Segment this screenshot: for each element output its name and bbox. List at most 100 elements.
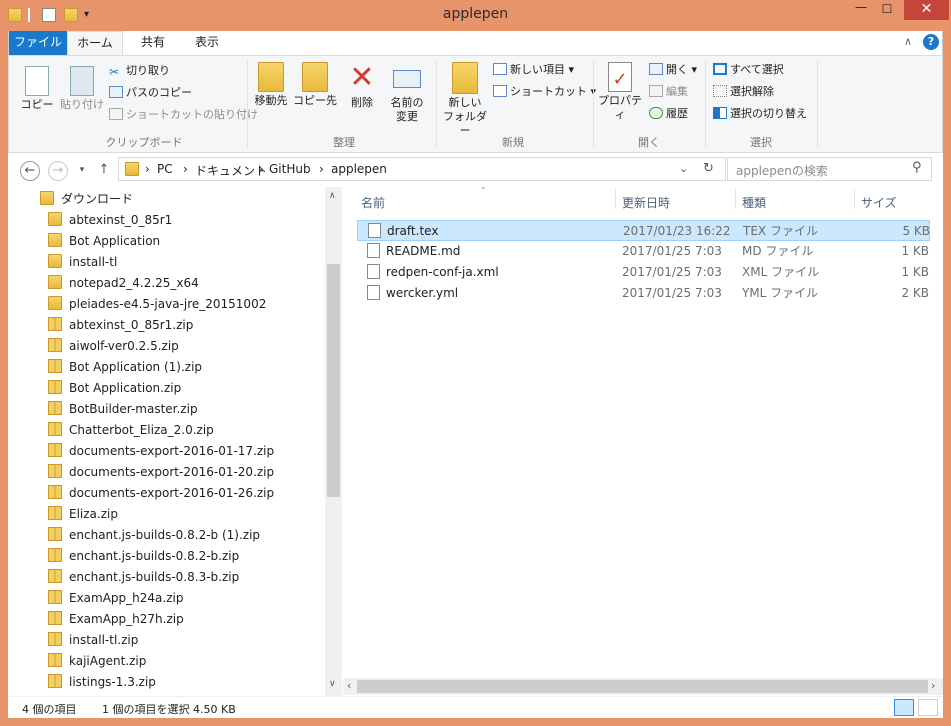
file-row[interactable]: wercker.yml 2017/01/25 7:03 YML ファイル 2 KB <box>357 283 930 304</box>
search-input[interactable]: applepenの検索 <box>736 162 828 179</box>
copy-to-button[interactable]: コピー先 <box>293 62 337 108</box>
tree-item[interactable]: enchant.js-builds-0.8.2-b (1).zip <box>48 525 260 546</box>
recent-locations-icon[interactable]: ▾ <box>72 161 92 181</box>
ribbon-separator <box>436 60 437 148</box>
delete-button[interactable]: ✕ 削除 <box>345 62 379 110</box>
select-none-button[interactable]: 選択解除 <box>713 83 774 101</box>
scroll-down-icon[interactable]: ∨ <box>329 679 336 689</box>
file-type: YML ファイル <box>742 283 818 304</box>
tree-item[interactable]: install-tl.zip <box>48 630 138 651</box>
tree-item[interactable]: notepad2_4.2.25_x64 <box>48 273 199 294</box>
open-group-label: 開く <box>638 136 660 149</box>
edit-button[interactable]: 編集 <box>649 83 688 101</box>
navigation-scrollbar-thumb[interactable] <box>327 264 340 497</box>
address-bar[interactable]: › PC › ドキュメント › GitHub › applepen ⌄ ↻ <box>118 157 726 181</box>
cut-button[interactable]: ✂ 切り取り <box>109 62 170 80</box>
tree-item[interactable]: abtexinst_0_85r1 <box>48 210 172 231</box>
file-row[interactable]: draft.tex 2017/01/23 16:22 TEX ファイル 5 KB <box>357 220 930 241</box>
file-horizontal-scrollbar-thumb[interactable] <box>357 680 928 693</box>
collapse-ribbon-icon[interactable]: ∧ <box>904 35 912 48</box>
tree-item[interactable]: enchant.js-builds-0.8.3-b.zip <box>48 567 239 588</box>
up-button[interactable]: ↑ <box>94 161 114 181</box>
file-size-text: 5 KB <box>902 224 930 238</box>
tree-item[interactable]: ExamApp_h24a.zip <box>48 588 183 609</box>
tree-item-label: enchant.js-builds-0.8.3-b.zip <box>69 570 240 584</box>
zip-folder-icon <box>48 401 62 415</box>
column-divider[interactable] <box>854 189 855 209</box>
properties-button[interactable]: ✓ プロパティ <box>595 62 645 122</box>
column-header-name[interactable]: 名前 <box>361 194 385 211</box>
tree-item[interactable]: Bot Application.zip <box>48 378 181 399</box>
tab-view[interactable]: 表示 <box>185 31 229 55</box>
search-box[interactable]: applepenの検索 ⚲ <box>727 157 932 181</box>
paste-shortcut-button[interactable]: ショートカットの貼り付け <box>109 106 258 124</box>
tree-item-label: ダウンロード <box>61 192 134 206</box>
tree-item-label: documents-export-2016-01-20.zip <box>69 465 275 479</box>
history-icon <box>649 107 663 119</box>
folder-icon <box>48 212 62 226</box>
address-dropdown-icon[interactable]: ⌄ <box>679 162 688 175</box>
copy-to-icon <box>302 62 328 92</box>
breadcrumb-github[interactable]: GitHub <box>269 162 311 176</box>
new-folder-button[interactable]: 新しい フォルダー <box>439 62 491 138</box>
details-view-button[interactable] <box>894 699 914 716</box>
tree-item[interactable]: enchant.js-builds-0.8.2-b.zip <box>48 546 239 567</box>
close-button[interactable]: ✕ <box>904 0 949 20</box>
refresh-icon[interactable]: ↻ <box>703 161 714 176</box>
shortcut-button[interactable]: ショートカット ▾ <box>493 83 596 101</box>
tree-item-downloads[interactable]: ダウンロード <box>40 189 133 210</box>
tree-item[interactable]: pleiades-e4.5-java-jre_20151002 <box>48 294 266 315</box>
scroll-right-icon[interactable]: › <box>931 679 935 692</box>
large-icons-view-button[interactable] <box>918 699 938 716</box>
column-header-modified[interactable]: 更新日時 <box>622 194 670 211</box>
column-divider[interactable] <box>735 189 736 209</box>
forward-button[interactable]: → <box>48 161 68 181</box>
tree-item[interactable]: documents-export-2016-01-26.zip <box>48 483 274 504</box>
breadcrumb-documents[interactable]: ドキュメント <box>195 162 267 179</box>
zip-folder-icon <box>48 359 62 373</box>
file-modified-text: 2017/01/25 7:03 <box>622 286 722 300</box>
column-divider[interactable] <box>615 189 616 209</box>
tree-item[interactable]: listings-1.3.zip <box>48 672 156 693</box>
breadcrumb-pc[interactable]: PC <box>157 162 173 176</box>
search-icon[interactable]: ⚲ <box>912 160 922 175</box>
tree-item[interactable]: ExamApp_h27h.zip <box>48 609 184 630</box>
tree-item[interactable]: abtexinst_0_85r1.zip <box>48 315 193 336</box>
tree-item[interactable]: Bot Application <box>48 231 160 252</box>
select-all-button[interactable]: すべて選択 <box>713 61 784 79</box>
open-button[interactable]: 開く ▾ <box>649 61 697 79</box>
paste-shortcut-icon <box>109 108 123 120</box>
tree-item[interactable]: Bot Application (1).zip <box>48 357 202 378</box>
tree-item[interactable]: documents-export-2016-01-17.zip <box>48 441 274 462</box>
minimize-button[interactable]: — <box>848 0 874 20</box>
tab-home[interactable]: ホーム <box>67 31 123 55</box>
breadcrumb-applepen[interactable]: applepen <box>331 162 387 176</box>
tree-item[interactable]: aiwolf-ver0.2.5.zip <box>48 336 179 357</box>
tree-item[interactable]: BotBuilder-master.zip <box>48 399 198 420</box>
tree-item[interactable]: documents-export-2016-01-20.zip <box>48 462 274 483</box>
invert-selection-button[interactable]: 選択の切り替え <box>713 105 807 123</box>
copy-button[interactable]: コピー <box>17 62 57 112</box>
back-button[interactable]: ← <box>20 161 40 181</box>
tree-item[interactable]: kajiAgent.zip <box>48 651 146 672</box>
file-row[interactable]: README.md 2017/01/25 7:03 MD ファイル 1 KB <box>357 241 930 262</box>
column-header-size[interactable]: サイズ <box>861 194 897 211</box>
tree-item[interactable]: Chatterbot_Eliza_2.0.zip <box>48 420 214 441</box>
help-icon[interactable]: ? <box>923 34 939 50</box>
new-item-button[interactable]: 新しい項目 ▾ <box>493 61 574 79</box>
maximize-button[interactable]: ☐ <box>874 0 900 20</box>
tree-item[interactable]: Eliza.zip <box>48 504 118 525</box>
file-row[interactable]: redpen-conf-ja.xml 2017/01/25 7:03 XML ファイ… <box>357 262 930 283</box>
paste-button[interactable]: 貼り付け <box>59 62 105 112</box>
history-button[interactable]: 履歴 <box>649 105 688 123</box>
rename-button[interactable]: 名前の 変更 <box>385 62 429 124</box>
column-header-type[interactable]: 種類 <box>742 194 766 211</box>
tab-file[interactable]: ファイル <box>9 31 67 55</box>
rename-label-2: 変更 <box>396 110 418 123</box>
copy-path-button[interactable]: パスのコピー <box>109 84 192 102</box>
scroll-up-icon[interactable]: ∧ <box>329 191 336 201</box>
tab-share[interactable]: 共有 <box>133 31 173 55</box>
scroll-left-icon[interactable]: ‹ <box>347 679 351 692</box>
move-to-button[interactable]: 移動先 <box>251 62 291 108</box>
tree-item[interactable]: install-tl <box>48 252 117 273</box>
